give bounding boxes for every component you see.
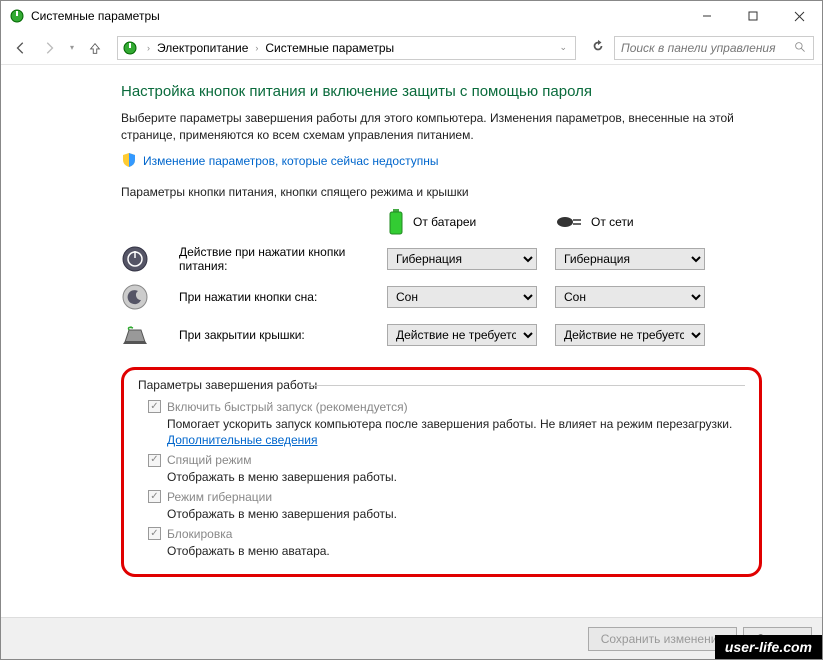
history-dropdown[interactable]: ▾	[65, 43, 79, 52]
crumb-1[interactable]: Электропитание	[155, 41, 250, 55]
power-button-label: Действие при нажатии кнопки питания:	[179, 245, 369, 273]
up-button[interactable]	[83, 36, 107, 60]
shield-icon	[121, 152, 137, 171]
search-placeholder: Поиск в панели управления	[621, 41, 794, 55]
page-description: Выберите параметры завершения работы для…	[121, 110, 762, 144]
power-button-ac-select[interactable]: Гибернация	[555, 248, 705, 270]
maximize-button[interactable]	[730, 1, 776, 31]
app-icon	[9, 8, 25, 24]
column-ac: От сети	[555, 214, 705, 230]
lock-checkbox: ✓	[148, 527, 161, 540]
footer-bar: Сохранить изменения Отмена	[1, 617, 822, 659]
titlebar: Системные параметры	[1, 1, 822, 31]
lock-item: ✓Блокировка Отображать в меню аватара.	[148, 527, 745, 560]
fast-startup-item: ✓Включить быстрый запуск (рекомендуется)…	[148, 400, 745, 450]
chevron-right-icon: ›	[250, 43, 263, 53]
shutdown-settings-group: Параметры завершения работы ✓Включить бы…	[121, 367, 762, 577]
sleep-button-battery-select[interactable]: Сон	[387, 286, 537, 308]
page-heading: Настройка кнопок питания и включение защ…	[121, 83, 762, 100]
lid-label: При закрытии крышки:	[179, 328, 369, 342]
content-area: Настройка кнопок питания и включение защ…	[1, 65, 822, 577]
hibernate-item: ✓Режим гибернации Отображать в меню заве…	[148, 490, 745, 523]
refresh-button[interactable]	[586, 39, 610, 56]
crumb-2[interactable]: Системные параметры	[263, 41, 396, 55]
plug-icon	[555, 214, 583, 230]
sleep-button-icon	[121, 283, 149, 311]
minimize-button[interactable]	[684, 1, 730, 31]
lid-battery-select[interactable]: Действие не требуется	[387, 324, 537, 346]
breadcrumb-icon	[122, 40, 138, 56]
section-label: Параметры кнопки питания, кнопки спящего…	[121, 185, 762, 199]
breadcrumb[interactable]: › Электропитание › Системные параметры ⌄	[117, 36, 576, 60]
chevron-down-icon[interactable]: ⌄	[555, 42, 571, 53]
fast-startup-more-link[interactable]: Дополнительные сведения	[167, 433, 317, 447]
hibernate-checkbox: ✓	[148, 490, 161, 503]
shutdown-legend: Параметры завершения работы	[138, 378, 745, 392]
sleep-mode-item: ✓Спящий режим Отображать в меню завершен…	[148, 453, 745, 486]
search-input[interactable]: Поиск в панели управления	[614, 36, 814, 60]
window-controls	[684, 1, 822, 31]
sleep-button-label: При нажатии кнопки сна:	[179, 290, 369, 304]
power-settings-grid: От батареи От сети Действие при нажатии …	[121, 209, 762, 349]
back-button[interactable]	[9, 36, 33, 60]
fast-startup-checkbox: ✓	[148, 400, 161, 413]
search-icon	[794, 41, 807, 54]
power-button-icon	[121, 245, 149, 273]
battery-icon	[387, 209, 405, 235]
change-unavailable-link[interactable]: Изменение параметров, которые сейчас нед…	[143, 154, 439, 168]
forward-button[interactable]	[37, 36, 61, 60]
sleep-button-ac-select[interactable]: Сон	[555, 286, 705, 308]
nav-bar: ▾ › Электропитание › Системные параметры…	[1, 31, 822, 65]
chevron-right-icon: ›	[142, 43, 155, 53]
lid-icon	[121, 321, 149, 349]
sleep-checkbox: ✓	[148, 454, 161, 467]
window-title: Системные параметры	[31, 9, 684, 23]
uac-link-row: Изменение параметров, которые сейчас нед…	[121, 152, 762, 171]
lid-ac-select[interactable]: Действие не требуется	[555, 324, 705, 346]
power-button-battery-select[interactable]: Гибернация	[387, 248, 537, 270]
close-button[interactable]	[776, 1, 822, 31]
watermark: user-life.com	[715, 635, 822, 659]
column-battery: От батареи	[387, 209, 537, 235]
